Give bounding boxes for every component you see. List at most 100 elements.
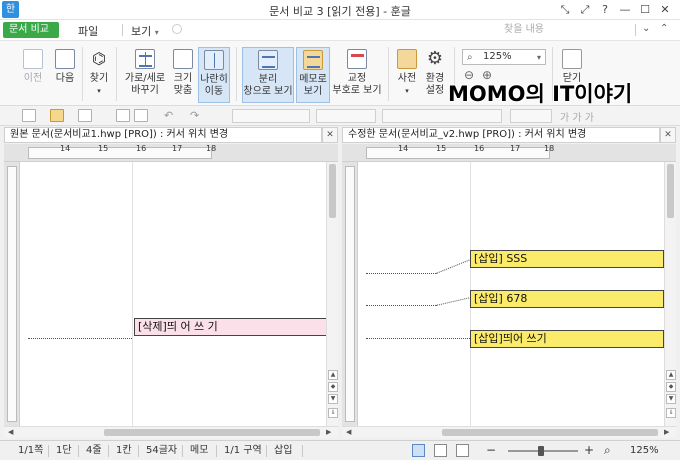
width-view-icon[interactable] <box>434 444 447 457</box>
scroll-bottom-icon[interactable]: ⇓ <box>328 408 338 418</box>
print-icon[interactable] <box>116 109 130 122</box>
doc-compare-tab[interactable]: 문서 비교× <box>3 22 59 51</box>
scroll-down-icon[interactable]: ▼ <box>328 394 338 404</box>
font-name-dropdown[interactable] <box>382 109 502 123</box>
right-horizontal-scrollbar[interactable]: ◀ ▶ <box>342 426 676 438</box>
status-divider <box>78 445 79 457</box>
font-size-dropdown[interactable] <box>510 109 552 123</box>
close-window-button[interactable]: ✕ <box>656 2 674 18</box>
new-doc-icon[interactable] <box>22 109 36 122</box>
insert-change-memo[interactable]: [삽입] SSS <box>470 250 664 268</box>
right-pane-close-button[interactable]: ✕ <box>660 127 676 143</box>
settings-button[interactable]: ⚙ 환경 설정 <box>422 47 448 103</box>
left-horizontal-scrollbar[interactable]: ◀ ▶ <box>4 426 338 438</box>
scroll-up-icon[interactable]: ▲ <box>328 370 338 380</box>
style-dropdown[interactable] <box>232 109 310 123</box>
ruler-tick: 18 <box>206 144 217 153</box>
left-vertical-ruler <box>4 162 20 426</box>
left-pane-close-button[interactable]: ✕ <box>322 127 338 143</box>
split-window-button[interactable]: 분리 창으로 보기 <box>242 47 294 103</box>
rotate-button[interactable]: 가로/세로 바꾸기 <box>122 47 168 103</box>
proofread-view-button[interactable]: 교정 부호로 보기 <box>332 47 382 103</box>
right-document-area[interactable]: [삽입] SSS [삽입] 678 [삽입]띄어 쓰기 <box>358 162 664 426</box>
zoom-slider-thumb[interactable] <box>538 446 544 456</box>
split-window-icon <box>258 50 278 70</box>
share-icon <box>172 24 182 34</box>
scroll-bottom-icon[interactable]: ⇓ <box>666 408 676 418</box>
magnifier-icon[interactable]: ⌕ <box>604 441 611 460</box>
zoom-value: 125% <box>483 51 512 62</box>
save-icon[interactable] <box>78 109 92 122</box>
scroll-down-icon[interactable]: ▼ <box>666 394 676 404</box>
minimize-button[interactable]: — <box>616 2 634 18</box>
font-lang-dropdown[interactable] <box>316 109 376 123</box>
scroll-right-icon[interactable]: ▶ <box>664 428 669 436</box>
ribbon-divider <box>236 47 237 101</box>
insert-change-memo[interactable]: [삽입] 678 <box>470 290 664 308</box>
preview-icon[interactable] <box>134 109 148 122</box>
chevron-down-icon: ▾ <box>536 53 541 62</box>
find-button[interactable]: ⌬ 찾기 ▾ <box>85 47 113 103</box>
split-label-2: 창으로 보기 <box>243 86 293 97</box>
redo-icon[interactable]: ↷ <box>190 109 199 122</box>
right-vertical-scrollbar[interactable]: ▲ ◆ ▼ ⇓ <box>664 162 676 426</box>
search-up-icon[interactable]: ⌃ <box>660 23 668 34</box>
font-style-buttons[interactable]: 가 가 가 <box>560 109 594 124</box>
title-bar: 한 문서 비교 3 [읽기 전용] - 훈글 ⤡ ⤢ ? — ☐ ✕ <box>0 0 680 20</box>
zoom-in-status-icon[interactable]: + <box>584 441 594 460</box>
scroll-up-icon[interactable]: ▲ <box>666 370 676 380</box>
scroll-page-icon[interactable]: ◆ <box>666 382 676 392</box>
fit-size-button[interactable]: 크기 맞춤 <box>170 47 196 103</box>
rotate-layout-icon <box>135 49 155 69</box>
prev-button[interactable]: 이전 <box>18 47 48 103</box>
side-by-side-button[interactable]: 나란히 이동 <box>198 47 230 103</box>
help-button[interactable]: ? <box>596 2 614 18</box>
status-divider <box>138 445 139 457</box>
memo-label-1: 메모로 <box>299 74 327 85</box>
ruler-tick: 18 <box>544 144 555 153</box>
menu-file[interactable]: 파일 <box>78 23 98 39</box>
undo-icon[interactable]: ↶ <box>164 109 173 122</box>
fullscreen-icon[interactable]: ⤢ <box>576 2 594 18</box>
zoom-select[interactable]: ⌕ 125% ▾ <box>462 49 546 65</box>
full-view-icon[interactable] <box>456 444 469 457</box>
scroll-left-icon[interactable]: ◀ <box>8 428 13 436</box>
status-insert-mode[interactable]: 삽입 <box>274 441 292 460</box>
search-input[interactable]: 찾을 내용 <box>498 22 628 38</box>
change-connector-line <box>28 338 132 339</box>
open-folder-icon[interactable] <box>50 109 64 122</box>
right-pane-header: 수정한 문서(문서비교_v2.hwp [PRO]) : 커서 위치 변경 <box>342 127 660 143</box>
ruler-tick: 14 <box>60 144 71 153</box>
rotate-label-2: 바꾸기 <box>131 85 159 96</box>
scroll-left-icon[interactable]: ◀ <box>346 428 351 436</box>
dictionary-button[interactable]: 사전 ▾ <box>394 47 420 103</box>
menu-view-label: 보기 <box>131 25 152 38</box>
menu-view[interactable]: 보기 ▾ <box>131 23 159 39</box>
right-scroll-thumb[interactable] <box>667 164 674 218</box>
page-view-icon[interactable] <box>412 444 425 457</box>
delete-change-memo[interactable]: [삭제]띄 어 쓰 기 <box>134 318 328 336</box>
maximize-button[interactable]: ☐ <box>636 2 654 18</box>
ruler-tick: 14 <box>398 144 409 153</box>
right-hscroll-thumb[interactable] <box>442 429 658 436</box>
zoom-out-status-icon[interactable]: − <box>486 441 496 460</box>
search-down-icon[interactable]: ⌄ <box>642 23 650 34</box>
left-scroll-thumb[interactable] <box>329 164 336 218</box>
next-button[interactable]: 다음 <box>50 47 80 103</box>
find-label: 찾기 <box>89 73 109 84</box>
insert-change-memo[interactable]: [삽입]띄어 쓰기 <box>470 330 664 348</box>
status-memo[interactable]: 메모 <box>190 441 208 460</box>
change-connector-line <box>366 273 436 274</box>
right-vertical-ruler <box>342 162 358 426</box>
next-label: 다음 <box>55 73 75 84</box>
restore-small-icon[interactable]: ⤡ <box>556 2 574 18</box>
memo-view-button[interactable]: 메모로 보기 <box>296 47 330 103</box>
left-document-area[interactable]: [삭제]띄 어 쓰 기 <box>20 162 328 426</box>
next-doc-icon <box>55 49 75 69</box>
left-vertical-scrollbar[interactable]: ▲ ◆ ▼ ⇓ <box>326 162 338 426</box>
scroll-right-icon[interactable]: ▶ <box>326 428 331 436</box>
status-zoom-value: 125% <box>630 445 659 456</box>
left-hscroll-thumb[interactable] <box>104 429 320 436</box>
scroll-page-icon[interactable]: ◆ <box>328 382 338 392</box>
ruler-tick: 15 <box>98 144 109 153</box>
